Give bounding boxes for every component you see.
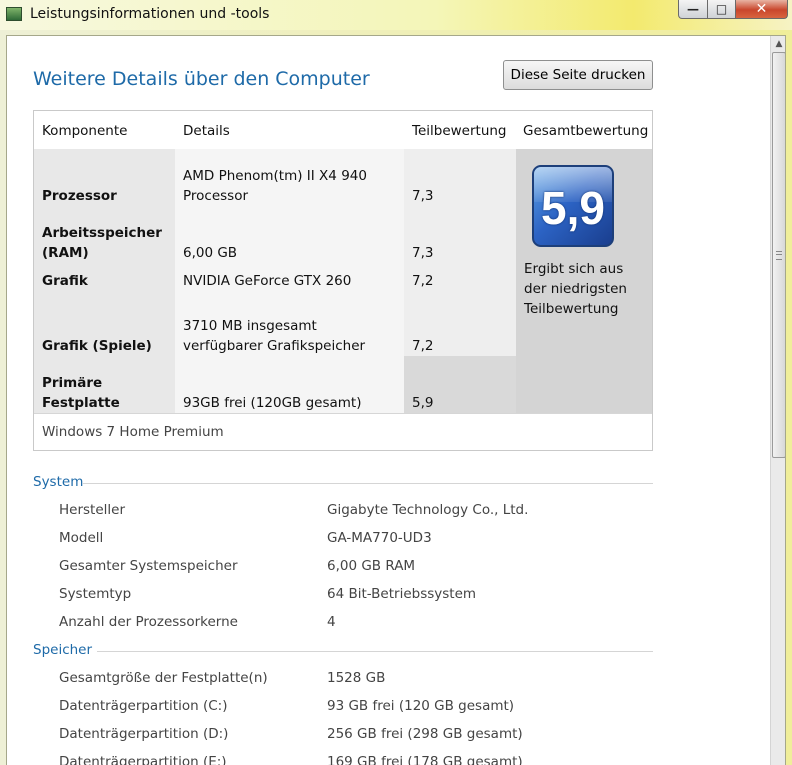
total-score-panel: 5,9 Ergibt sich aus der niedrigsten Teil… xyxy=(516,149,652,413)
table-row: Arbeitsspeicher (RAM) 6,00 GB 7,3 xyxy=(34,206,516,263)
property-value: Gigabyte Technology Co., Ltd. xyxy=(327,502,529,518)
header-component: Komponente xyxy=(42,123,128,139)
page-title: Weitere Details über den Computer xyxy=(33,68,370,90)
component-subscore: 7,2 xyxy=(404,299,516,356)
property-value: 1528 GB xyxy=(327,670,386,686)
component-name: Primäre Festplatte xyxy=(34,356,175,413)
property-label: Systemtyp xyxy=(59,586,132,602)
total-score: 5,9 xyxy=(541,182,605,234)
section-divider xyxy=(97,651,653,652)
property-value: 64 Bit-Betriebssystem xyxy=(327,586,477,602)
score-badge-icon: 5,9 xyxy=(532,165,614,247)
component-details: 3710 MB insgesamt verfügbarer Grafikspei… xyxy=(175,299,404,356)
property-value: 256 GB frei (298 GB gesamt) xyxy=(327,726,523,742)
table-row: Prozessor AMD Phenom(tm) II X4 940 Proce… xyxy=(34,149,516,206)
scroll-thumb[interactable] xyxy=(772,52,785,458)
property-value: GA-MA770-UD3 xyxy=(327,530,432,546)
component-details: 93GB frei (120GB gesamt) xyxy=(175,356,404,413)
section-title-storage: Speicher xyxy=(33,642,93,658)
component-subscore: 7,3 xyxy=(404,206,516,263)
maximize-icon: □ xyxy=(715,2,728,16)
component-details: 6,00 GB xyxy=(175,206,404,263)
header-total: Gesamtbewertung xyxy=(523,123,649,139)
component-subscore: 7,3 xyxy=(404,149,516,206)
component-subscore: 7,2 xyxy=(404,263,516,299)
title-bar[interactable]: Leistungsinformationen und -tools — □ ✕ xyxy=(0,0,792,30)
windows-edition: Windows 7 Home Premium xyxy=(34,413,652,450)
caption-buttons: — □ ✕ xyxy=(678,0,788,20)
header-details: Details xyxy=(183,123,230,139)
close-button[interactable]: ✕ xyxy=(736,0,788,19)
property-label: Datenträgerpartition (E:) xyxy=(59,754,227,765)
property-label: Gesamter Systemspeicher xyxy=(59,558,238,574)
section-divider xyxy=(83,483,653,484)
window-title: Leistungsinformationen und -tools xyxy=(30,6,270,22)
content-area: Weitere Details über den Computer Diese … xyxy=(6,35,786,765)
property-label: Datenträgerpartition (C:) xyxy=(59,698,228,714)
table-row: Primäre Festplatte 93GB frei (120GB gesa… xyxy=(34,356,516,413)
component-name: Prozessor xyxy=(34,149,175,206)
section-title-system: System xyxy=(33,474,84,490)
table-row: Grafik (Spiele) 3710 MB insgesamt verfüg… xyxy=(34,299,516,356)
maximize-button[interactable]: □ xyxy=(708,0,736,19)
property-label: Modell xyxy=(59,530,104,546)
property-value: 93 GB frei (120 GB gesamt) xyxy=(327,698,515,714)
component-subscore: 5,9 xyxy=(404,356,516,413)
window-frame: Weitere Details über den Computer Diese … xyxy=(0,30,792,765)
total-score-note: Ergibt sich aus der niedrigsten Teilbewe… xyxy=(524,261,627,317)
minimize-icon: — xyxy=(687,2,699,16)
minimize-button[interactable]: — xyxy=(678,0,708,19)
property-label: Datenträgerpartition (D:) xyxy=(59,726,229,742)
property-label: Gesamtgröße der Festplatte(n) xyxy=(59,670,268,686)
component-details: AMD Phenom(tm) II X4 940 Processor xyxy=(175,149,404,206)
component-details: NVIDIA GeForce GTX 260 xyxy=(175,263,404,299)
property-label: Hersteller xyxy=(59,502,125,518)
vertical-scrollbar[interactable]: ▲ xyxy=(770,36,785,765)
property-value: 4 xyxy=(327,614,336,630)
component-name: Arbeitsspeicher (RAM) xyxy=(34,206,175,263)
property-value: 6,00 GB RAM xyxy=(327,558,416,574)
component-name: Grafik xyxy=(34,263,175,299)
property-label: Anzahl der Prozessorkerne xyxy=(59,614,238,630)
grip-icon xyxy=(776,251,782,260)
header-subscore: Teilbewertung xyxy=(412,123,507,139)
property-value: 169 GB frei (178 GB gesamt) xyxy=(327,754,523,765)
close-icon: ✕ xyxy=(755,1,768,17)
component-name: Grafik (Spiele) xyxy=(34,299,175,356)
performance-icon xyxy=(6,7,22,21)
table-row: Grafik NVIDIA GeForce GTX 260 7,2 xyxy=(34,263,516,299)
scroll-up-icon[interactable]: ▲ xyxy=(771,36,785,52)
score-table: Komponente Details Teilbewertung Gesamtb… xyxy=(33,110,653,451)
print-page-button[interactable]: Diese Seite drucken xyxy=(503,60,653,90)
